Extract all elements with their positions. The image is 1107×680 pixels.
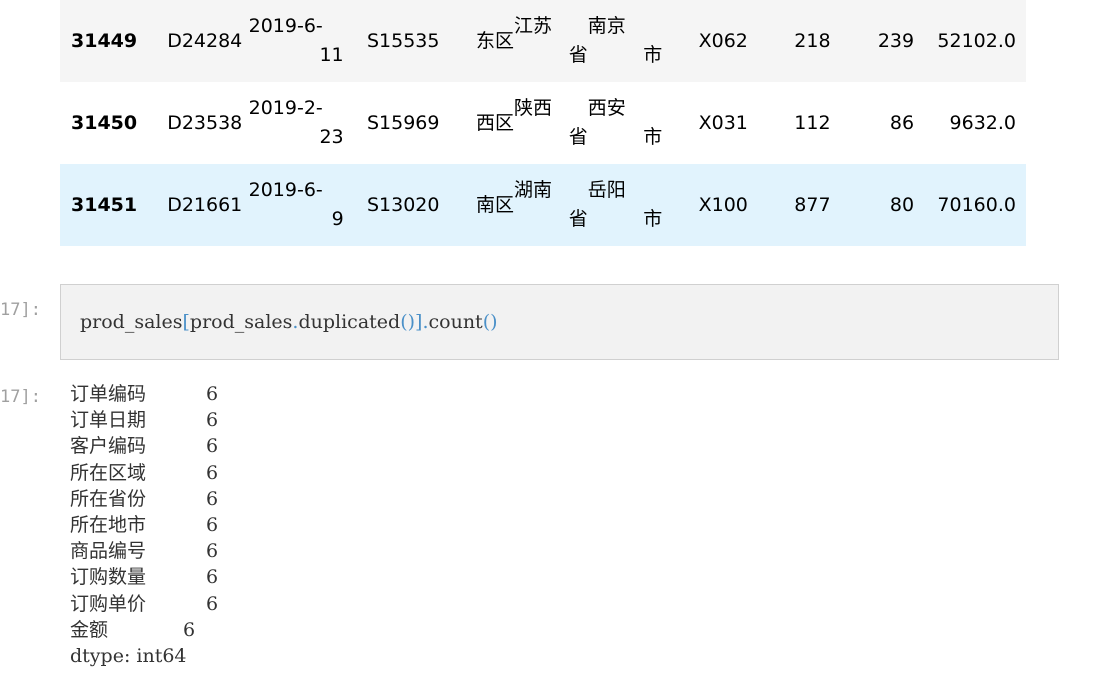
order-date-part1: 2019-6- — [248, 179, 323, 201]
output-value: 6 — [206, 461, 219, 484]
product-code-cell: X062 — [698, 30, 748, 52]
output-value: 6 — [206, 383, 219, 405]
output-row: 订购单价 6 — [70, 591, 218, 617]
code-cell-editor[interactable]: prod_sales[prod_sales.duplicated()].coun… — [60, 284, 1059, 360]
city-part2: 市 — [643, 44, 663, 66]
dataframe-table: 31449 D24284 2019-6- 11 S15535 东区 江苏 省 南… — [60, 0, 1026, 246]
code-parens: () — [400, 311, 416, 333]
output-key: 订单编码 — [70, 383, 147, 405]
output-value: 6 — [206, 435, 219, 458]
order-code-cell: D24284 — [167, 30, 243, 52]
output-value: 6 — [206, 592, 219, 615]
region-cell: 南区 — [476, 194, 515, 216]
output-value: 6 — [206, 409, 219, 432]
code-token: duplicated — [298, 311, 401, 333]
output-key: 金额 — [70, 618, 109, 641]
output-key: 订购数量 — [70, 566, 147, 589]
output-key: 所在地市 — [70, 514, 147, 537]
output-key: 客户编码 — [70, 435, 147, 458]
order-code-cell: D23538 — [167, 112, 243, 134]
output-value: 6 — [206, 514, 219, 537]
price-cell: 80 — [889, 194, 915, 216]
output-row: 商品编号 6 — [70, 538, 218, 564]
row-index: 31450 — [71, 112, 138, 134]
order-date-part1: 2019-6- — [248, 15, 323, 37]
province-part2: 省 — [568, 208, 588, 230]
output-row: 所在地市 6 — [70, 512, 218, 538]
output-row: 所在区域 6 — [70, 460, 218, 486]
output-row: 订单日期 6 — [70, 407, 218, 433]
row-index: 31449 — [71, 30, 138, 52]
order-date-part1: 2019-2- — [248, 97, 323, 119]
code-token: count — [428, 311, 483, 333]
code-bracket: [ — [182, 311, 190, 333]
customer-code-cell: S13020 — [366, 194, 440, 216]
output-key: 订单日期 — [70, 409, 147, 432]
output-value: 6 — [206, 566, 219, 589]
code-token: prod_sales — [80, 311, 183, 333]
order-date-cell: 2019-2- 23 — [249, 82, 344, 164]
input-prompt: 17]: — [0, 300, 41, 320]
code-token: prod_sales — [189, 311, 293, 333]
output-key: 订购单价 — [70, 592, 147, 615]
row-index: 31451 — [71, 194, 138, 216]
output-row: 所在省份 6 — [70, 486, 218, 512]
cell-output: 订单编码 6 订单日期 6 客户编码 6 所在区域 6 所在省份 6 所在地市 … — [70, 381, 218, 669]
code-line[interactable]: prod_sales[prod_sales.duplicated()].coun… — [80, 311, 498, 333]
amount-cell: 52102.0 — [937, 30, 1016, 52]
quantity-cell: 218 — [794, 30, 831, 52]
amount-cell: 9632.0 — [949, 112, 1016, 134]
output-value: 6 — [206, 540, 219, 563]
province-part1: 江苏 — [514, 15, 553, 37]
amount-cell: 70160.0 — [937, 194, 1016, 216]
city-part1: 西安 — [587, 97, 626, 119]
region-cell: 西区 — [476, 112, 515, 134]
region-cell: 东区 — [476, 30, 515, 52]
city-part2: 市 — [643, 208, 663, 230]
table-row-hovered: 31451 D21661 2019-6- 9 S13020 南区 湖南 省 岳阳… — [60, 164, 1026, 246]
city-part1: 岳阳 — [587, 179, 626, 201]
order-date-part2: 23 — [319, 126, 344, 148]
code-parens: () — [482, 311, 498, 333]
customer-code-cell: S15535 — [366, 30, 440, 52]
output-row: 金额 6 — [70, 617, 218, 643]
output-key: 商品编号 — [70, 540, 147, 563]
order-date-part2: 11 — [319, 44, 344, 66]
output-row: 订购数量 6 — [70, 564, 218, 590]
table-row: 31449 D24284 2019-6- 11 S15535 东区 江苏 省 南… — [60, 0, 1026, 82]
province-cell: 江苏 省 — [514, 0, 588, 82]
quantity-cell: 112 — [794, 112, 831, 134]
order-date-cell: 2019-6- 11 — [249, 0, 344, 82]
order-date-part2: 9 — [331, 208, 344, 230]
order-code-cell: D21661 — [167, 194, 243, 216]
product-code-cell: X100 — [698, 194, 748, 216]
city-cell: 岳阳 市 — [588, 164, 663, 246]
province-part2: 省 — [568, 44, 588, 66]
price-cell: 86 — [889, 112, 915, 134]
output-row: 订单编码 6 — [70, 381, 218, 407]
quantity-cell: 877 — [794, 194, 831, 216]
output-value: 6 — [183, 618, 196, 641]
output-key: 所在省份 — [70, 487, 147, 510]
table-row: 31450 D23538 2019-2- 23 S15969 西区 陕西 省 西… — [60, 82, 1026, 164]
city-part2: 市 — [643, 126, 663, 148]
output-value: 6 — [206, 487, 219, 510]
product-code-cell: X031 — [698, 112, 748, 134]
city-cell: 南京 市 — [588, 0, 663, 82]
output-dtype: dtype: int64 — [70, 645, 187, 668]
scroll-strip — [1101, 0, 1107, 680]
province-part1: 陕西 — [514, 97, 553, 119]
province-cell: 湖南 省 — [514, 164, 588, 246]
customer-code-cell: S15969 — [366, 112, 440, 134]
city-cell: 西安 市 — [588, 82, 663, 164]
province-cell: 陕西 省 — [514, 82, 588, 164]
city-part1: 南京 — [587, 15, 626, 37]
province-part2: 省 — [568, 126, 588, 148]
price-cell: 239 — [877, 30, 915, 52]
order-date-cell: 2019-6- 9 — [249, 164, 344, 246]
output-prompt: 17]: — [0, 387, 41, 407]
province-part1: 湖南 — [514, 179, 553, 201]
output-key: 所在区域 — [70, 461, 147, 484]
output-row: 客户编码 6 — [70, 433, 218, 459]
